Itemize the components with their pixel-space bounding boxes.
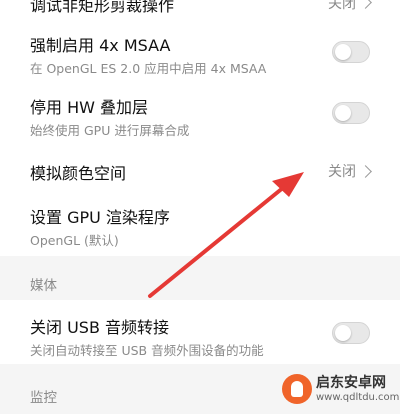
setting-subtitle: 始终使用 GPU 进行屏幕合成 bbox=[30, 123, 190, 138]
chevron-right-icon bbox=[359, 165, 372, 178]
setting-subtitle: 在 OpenGL ES 2.0 应用中启用 4x MSAA bbox=[30, 61, 267, 76]
setting-value: 关闭 bbox=[328, 164, 356, 180]
setting-subtitle: OpenGL (默认) bbox=[30, 233, 119, 248]
setting-title: 停用 HW 叠加层 bbox=[30, 98, 149, 117]
setting-title: 设置 GPU 渲染程序 bbox=[30, 208, 170, 227]
watermark-logo: 启东安卓网 www.qdltdu.com bbox=[282, 370, 399, 410]
toggle-knob bbox=[335, 325, 351, 341]
section-header-media: 媒体 bbox=[0, 256, 400, 300]
setting-title: 关闭 USB 音频转接 bbox=[30, 318, 170, 337]
setting-row-disable-hw-overlay[interactable]: 停用 HW 叠加层 始终使用 GPU 进行屏幕合成 bbox=[0, 84, 400, 146]
watermark-icon bbox=[282, 374, 312, 404]
setting-row-gpu-renderer[interactable]: 设置 GPU 渲染程序 OpenGL (默认) bbox=[0, 196, 400, 256]
setting-title: 强制启用 4x MSAA bbox=[30, 36, 171, 55]
toggle-knob bbox=[335, 105, 351, 121]
developer-options-screen: 调试非矩形剪裁操作 关闭 强制启用 4x MSAA 在 OpenGL ES 2.… bbox=[0, 0, 400, 414]
setting-subtitle: 关闭自动转接至 USB 音频外围设备的功能 bbox=[30, 343, 264, 358]
watermark-name: 启东安卓网 bbox=[316, 375, 386, 391]
setting-row-simulate-color-space[interactable]: 模拟颜色空间 关闭 bbox=[0, 146, 400, 196]
section-label: 监控 bbox=[30, 390, 57, 406]
hw-overlay-toggle[interactable] bbox=[332, 102, 370, 124]
usb-audio-toggle[interactable] bbox=[332, 322, 370, 344]
watermark-url: www.qdltdu.com bbox=[316, 392, 400, 403]
setting-title: 调试非矩形剪裁操作 bbox=[30, 0, 175, 15]
setting-row-debug-clip[interactable]: 调试非矩形剪裁操作 关闭 bbox=[0, 0, 400, 18]
setting-title: 模拟颜色空间 bbox=[30, 164, 127, 183]
section-label: 媒体 bbox=[30, 278, 57, 294]
setting-row-disable-usb-audio-routing[interactable]: 关闭 USB 音频转接 关闭自动转接至 USB 音频外围设备的功能 bbox=[0, 300, 400, 364]
toggle-knob bbox=[335, 44, 351, 60]
chevron-right-icon bbox=[359, 0, 372, 9]
msaa-toggle[interactable] bbox=[332, 41, 370, 63]
setting-row-force-msaa[interactable]: 强制启用 4x MSAA 在 OpenGL ES 2.0 应用中启用 4x MS… bbox=[0, 20, 400, 84]
setting-value: 关闭 bbox=[328, 0, 356, 12]
